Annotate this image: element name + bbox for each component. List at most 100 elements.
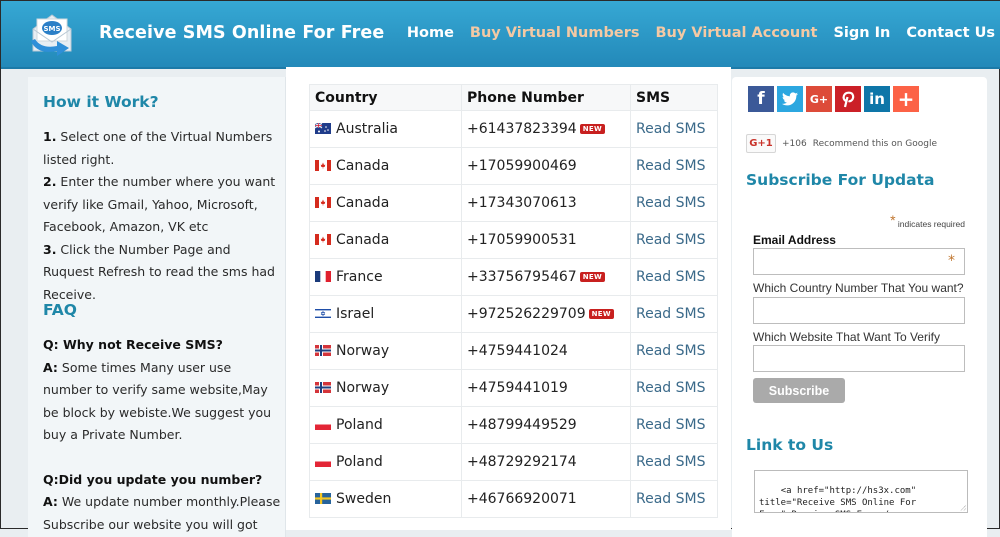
nav-buy-virtual-numbers[interactable]: Buy Virtual Numbers: [470, 25, 640, 41]
answer-prefix: A:: [43, 359, 58, 375]
read-sms-link[interactable]: Read SMS: [636, 158, 705, 174]
read-sms-link[interactable]: Read SMS: [636, 417, 705, 433]
country-cell: Norway: [309, 332, 462, 370]
read-sms-link[interactable]: Read SMS: [636, 454, 705, 470]
phone-number[interactable]: +972526229709: [467, 306, 586, 322]
subscribe-button[interactable]: Subscribe: [753, 378, 845, 403]
read-sms-link[interactable]: Read SMS: [636, 269, 705, 285]
phone-cell: +4759441019: [461, 369, 631, 407]
table-row[interactable]: Canada +17059900531 Read SMS: [309, 221, 718, 259]
nav-contact-us[interactable]: Contact Us: [906, 25, 995, 41]
faq-answer: A: We update number monthly.Please Subsc…: [43, 491, 281, 536]
country-cell: Poland: [309, 406, 462, 444]
read-sms-link[interactable]: Read SMS: [636, 195, 705, 211]
email-field[interactable]: *: [753, 248, 965, 275]
link-to-us-title: Link to Us: [746, 436, 834, 454]
phone-number[interactable]: +4759441019: [467, 380, 568, 396]
header-country: Country: [309, 84, 462, 111]
header-sms: SMS: [630, 84, 718, 111]
main-nav: Home Buy Virtual Numbers Buy Virtual Acc…: [407, 25, 995, 41]
how-it-works-steps: 1. Select one of the Virtual Numbers lis…: [43, 126, 281, 306]
step-1: 1. Select one of the Virtual Numbers lis…: [43, 126, 281, 171]
country-name: Canada: [336, 232, 390, 248]
table-row[interactable]: France +33756795467 NEW Read SMS: [309, 258, 718, 296]
sms-cell: Read SMS: [630, 184, 718, 222]
phone-number[interactable]: +17059900531: [467, 232, 577, 248]
country-name: Poland: [336, 417, 383, 433]
faq-question: Q: Why not Receive SMS?: [43, 337, 223, 352]
table-row[interactable]: Norway +4759441019 Read SMS: [309, 369, 718, 407]
country-cell: France: [309, 258, 462, 296]
site-title[interactable]: Receive SMS Online For Free: [99, 23, 384, 43]
header-phone-number: Phone Number: [461, 84, 631, 111]
phone-number[interactable]: +17059900469: [467, 158, 577, 174]
faq-answer: A: Some times Many user use number to ve…: [43, 357, 281, 447]
country-cell: Canada: [309, 221, 462, 259]
sms-envelope-logo-icon[interactable]: SMS: [27, 11, 77, 57]
twitter-share-button[interactable]: [777, 86, 803, 112]
table-header-row: Country Phone Number SMS: [309, 84, 718, 111]
nav-sign-in[interactable]: Sign In: [833, 25, 890, 41]
read-sms-link[interactable]: Read SMS: [636, 306, 705, 322]
country-name: France: [336, 269, 383, 285]
step-number: 2.: [43, 174, 57, 189]
google-plus-one-button[interactable]: G+1: [746, 134, 776, 153]
answer-text: Some times Many user use number to verif…: [43, 359, 272, 443]
resize-grip-icon[interactable]: [960, 505, 966, 511]
table-row[interactable]: Canada +17343070613 Read SMS: [309, 184, 718, 222]
phone-number[interactable]: +61437823394: [467, 121, 577, 137]
phone-number[interactable]: +33756795467: [467, 269, 577, 285]
country-name: Canada: [336, 195, 390, 211]
table-row[interactable]: Poland +48729292174 Read SMS: [309, 443, 718, 481]
country-number-field[interactable]: [753, 297, 965, 324]
read-sms-link[interactable]: Read SMS: [636, 343, 705, 359]
country-cell: Israel: [309, 295, 462, 333]
phone-number[interactable]: +17343070613: [467, 195, 577, 211]
phone-cell: +48729292174: [461, 443, 631, 481]
table-row[interactable]: Sweden +46766920071 Read SMS: [309, 480, 718, 518]
read-sms-link[interactable]: Read SMS: [636, 232, 705, 248]
country-name: Norway: [336, 380, 390, 396]
sms-cell: Read SMS: [630, 110, 718, 148]
site-header: SMS Receive SMS Online For Free Home Buy…: [1, 1, 1000, 69]
phone-cell: +48799449529: [461, 406, 631, 444]
required-asterisk-icon: *: [890, 212, 896, 228]
sms-cell: Read SMS: [630, 480, 718, 518]
website-field[interactable]: [753, 345, 965, 372]
phone-number[interactable]: +4759441024: [467, 343, 568, 359]
table-row[interactable]: Israel +972526229709 NEW Read SMS: [309, 295, 718, 333]
phone-number[interactable]: +48729292174: [467, 454, 577, 470]
read-sms-link[interactable]: Read SMS: [636, 491, 705, 507]
table-row[interactable]: Norway +4759441024 Read SMS: [309, 332, 718, 370]
subscribe-title: Subscribe For Updata: [746, 171, 935, 189]
phone-number[interactable]: +48799449529: [467, 417, 577, 433]
nav-home[interactable]: Home: [407, 25, 454, 41]
gplus-count: +106: [782, 138, 807, 149]
link-code-textarea[interactable]: <a href="http://hs3x.com" title="Receive…: [754, 470, 968, 513]
linkedin-share-button[interactable]: in: [864, 86, 890, 112]
table-row[interactable]: Australia +61437823394 NEW Read SMS: [309, 110, 718, 148]
table-row[interactable]: Poland +48799449529 Read SMS: [309, 406, 718, 444]
norway-flag-icon: [315, 381, 331, 393]
table-row[interactable]: Canada +17059900469 Read SMS: [309, 147, 718, 185]
country-cell: Australia: [309, 110, 462, 148]
main-content: Country Phone Number SMS Australia +61437…: [286, 67, 731, 530]
more-share-button[interactable]: +: [893, 86, 919, 112]
sms-cell: Read SMS: [630, 369, 718, 407]
pinterest-share-button[interactable]: [835, 86, 861, 112]
google-plus-share-button[interactable]: G+: [806, 86, 832, 112]
email-label: Email Address: [753, 233, 836, 247]
country-cell: Canada: [309, 184, 462, 222]
sweden-flag-icon: [315, 492, 331, 504]
step-number: 3.: [43, 241, 57, 257]
step-text: Enter the number where you want verify l…: [43, 174, 276, 234]
right-sidebar: f G+ in + G+1 +106 Recommend this on Goo…: [732, 77, 987, 537]
sms-cell: Read SMS: [630, 147, 718, 185]
sms-cell: Read SMS: [630, 295, 718, 333]
nav-buy-virtual-account[interactable]: Buy Virtual Account: [656, 25, 818, 41]
read-sms-link[interactable]: Read SMS: [636, 121, 705, 137]
link-code-text: <a href="http://hs3x.com" title="Receive…: [759, 486, 917, 512]
facebook-share-button[interactable]: f: [748, 86, 774, 112]
read-sms-link[interactable]: Read SMS: [636, 380, 705, 396]
phone-number[interactable]: +46766920071: [467, 491, 577, 507]
